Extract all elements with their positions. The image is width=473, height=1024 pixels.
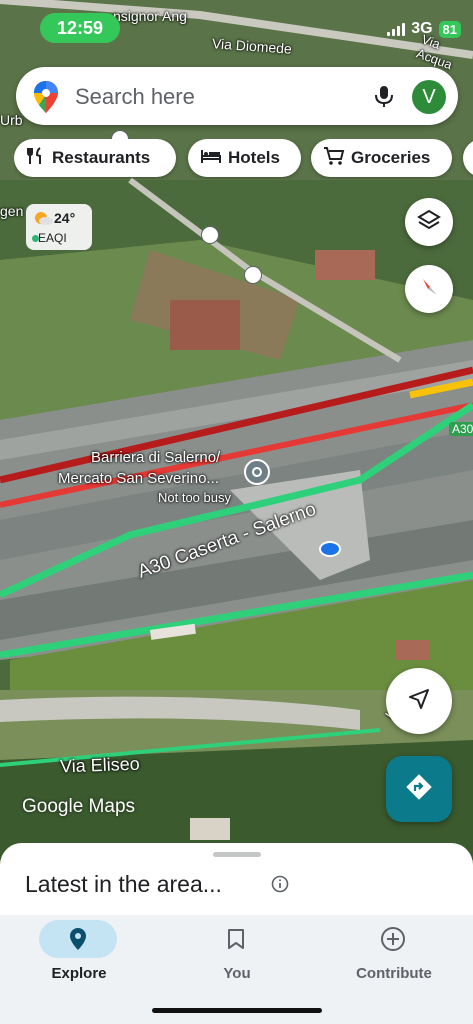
chip-label: Restaurants: [52, 148, 151, 167]
map-attribution: Google Maps: [22, 796, 136, 817]
weather-sun-icon: [33, 210, 53, 229]
signal-icon: [387, 22, 406, 36]
sheet-title: Latest in the area...: [25, 871, 222, 897]
chip-more[interactable]: [463, 139, 473, 177]
chip-groceries[interactable]: Groceries: [311, 139, 452, 177]
add-circle-icon: [354, 920, 432, 958]
street-label-left-edge-1: Urb: [0, 112, 23, 128]
bookmark-icon: [197, 920, 275, 958]
tab-label: You: [223, 965, 251, 982]
network-type: 3G: [411, 20, 433, 37]
explore-pin-icon: [39, 920, 117, 958]
place-marker-icon[interactable]: [244, 459, 270, 485]
avatar[interactable]: V: [412, 80, 446, 114]
road-label-right: A30: [449, 422, 473, 436]
tab-explore[interactable]: Explore: [0, 915, 158, 995]
my-location-button[interactable]: [386, 668, 452, 734]
chip-restaurants[interactable]: Restaurants: [14, 139, 176, 177]
chip-label: Groceries: [351, 148, 431, 167]
bus-stop-icon[interactable]: [244, 266, 262, 284]
status-bar: 12:59 3G 81: [0, 0, 473, 56]
street-label-left-edge-2: gen: [0, 203, 24, 219]
bed-icon: [200, 147, 222, 170]
weather-widget[interactable]: 24° EAQI: [26, 204, 92, 250]
busy-status: Not too busy: [158, 490, 231, 505]
layers-icon: [417, 208, 441, 237]
navigation-arrow-icon: [406, 686, 432, 717]
category-chips: Restaurants Hotels Groceries: [14, 139, 473, 179]
sheet-drag-handle[interactable]: [213, 852, 261, 857]
directions-icon: [404, 772, 434, 807]
home-indicator[interactable]: [152, 1008, 322, 1013]
microphone-icon[interactable]: [371, 83, 397, 109]
status-time: 12:59: [40, 13, 120, 43]
directions-button[interactable]: [386, 756, 452, 822]
search-input[interactable]: [73, 79, 347, 115]
tab-contribute[interactable]: Contribute: [315, 915, 473, 995]
search-bar[interactable]: V: [16, 67, 458, 125]
tab-label: Explore: [51, 965, 107, 982]
chip-hotels[interactable]: Hotels: [188, 139, 301, 177]
place-name-line1[interactable]: Barriera di Salerno/: [91, 449, 220, 466]
aqi-label: EAQI: [38, 231, 67, 245]
temperature: 24°: [54, 210, 76, 226]
status-indicators: 3G 81: [387, 20, 461, 38]
compass-button[interactable]: [405, 265, 453, 313]
layers-button[interactable]: [405, 198, 453, 246]
compass-icon: [417, 275, 441, 304]
street-label-bottom: Via Eliseo: [59, 753, 141, 777]
tab-label: Contribute: [356, 965, 432, 982]
chip-label: Hotels: [228, 148, 280, 167]
bus-stop-icon[interactable]: [201, 226, 219, 244]
info-icon[interactable]: [271, 875, 289, 898]
tab-you[interactable]: You: [158, 915, 316, 995]
place-name-line2[interactable]: Mercato San Severino...: [58, 470, 219, 487]
google-maps-logo-icon: [34, 81, 58, 118]
current-location-dot-icon: [319, 541, 341, 557]
battery-level: 81: [438, 20, 461, 38]
fork-knife-icon: [26, 146, 46, 171]
cart-icon: [323, 146, 345, 171]
